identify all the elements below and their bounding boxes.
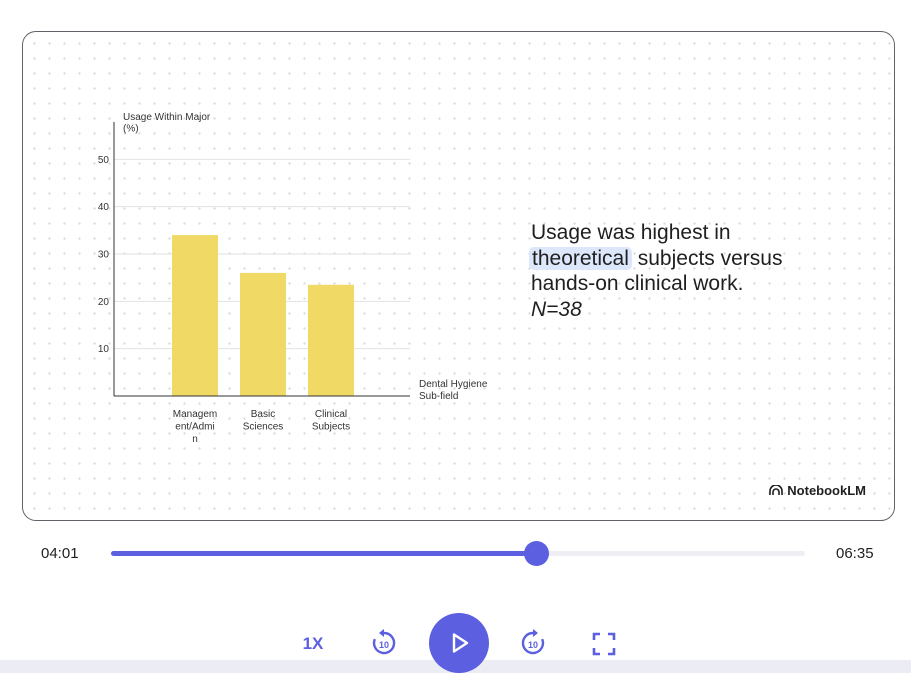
forward-10-icon: 10 — [521, 629, 545, 655]
fullscreen-button[interactable] — [590, 630, 618, 658]
x-axis-label: Sub-field — [419, 391, 458, 402]
bar — [240, 272, 286, 396]
bar — [308, 284, 354, 396]
bar — [172, 235, 218, 396]
x-tick-label: Basic — [251, 409, 275, 420]
y-tick-label: 50 — [98, 155, 110, 166]
progress-bar[interactable] — [111, 541, 805, 566]
x-tick-label: n — [192, 434, 198, 445]
svg-text:10: 10 — [528, 640, 538, 650]
y-tick-label: 20 — [98, 297, 110, 308]
total-time: 06:35 — [836, 545, 874, 562]
notebooklm-logo-icon — [769, 485, 784, 495]
brand-watermark: NotebookLM — [769, 483, 866, 498]
y-axis-label: Usage Within Major — [123, 112, 211, 123]
fullscreen-icon — [592, 632, 616, 656]
x-tick-label: Clinical — [315, 409, 347, 420]
x-tick-label: Managem — [173, 409, 217, 420]
progress-fill — [111, 551, 536, 556]
speed-label: 1X — [302, 634, 324, 653]
x-tick-label: Subjects — [312, 422, 350, 433]
video-slide: 10 20 30 40 50 Managem ent/Admi n Basic Sciences C… — [22, 31, 895, 521]
statement-highlight: theoretical — [529, 246, 632, 270]
y-tick-label: 40 — [98, 202, 110, 213]
rewind-10-icon: 10 — [372, 629, 396, 655]
y-tick-label: 30 — [98, 250, 110, 261]
y-axis-label: (%) — [123, 124, 139, 135]
play-button[interactable] — [429, 613, 489, 673]
slide-statement: Usage was highest in theoretical subject… — [529, 220, 831, 322]
brand-name: NotebookLM — [787, 483, 866, 498]
statement-text-start: Usage was highest in — [531, 221, 731, 244]
sample-size: N=38 — [531, 297, 582, 321]
svg-text:10: 10 — [379, 640, 389, 650]
x-tick-label: Sciences — [243, 422, 284, 433]
x-axis-label: Dental Hygiene — [419, 379, 488, 390]
x-tick-label: ent/Admi — [175, 422, 214, 433]
rewind-10-button[interactable]: 10 — [368, 627, 400, 659]
play-icon — [452, 633, 469, 653]
playback-speed-button[interactable]: 1X — [296, 630, 330, 658]
forward-10-button[interactable]: 10 — [517, 627, 549, 659]
progress-thumb[interactable] — [523, 541, 549, 566]
current-time: 04:01 — [41, 545, 79, 562]
y-tick-label: 10 — [98, 344, 110, 355]
